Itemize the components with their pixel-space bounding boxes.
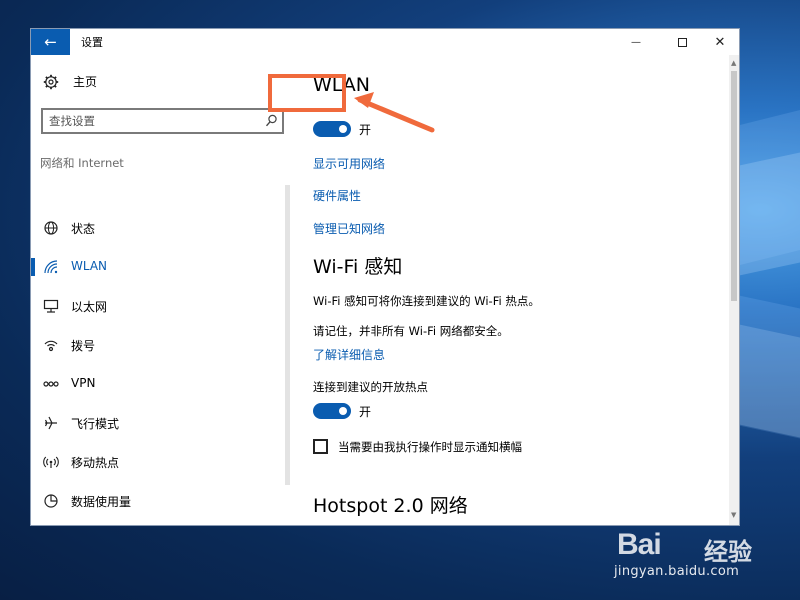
minimize-button[interactable]: — [617, 29, 655, 55]
sidebar-item-label: 数据使用量 [71, 495, 132, 509]
connect-hotspots-toggle[interactable] [313, 403, 351, 419]
sidebar-item-hotspot[interactable]: 移动热点 [31, 444, 281, 480]
close-icon: ✕ [714, 34, 726, 50]
search-input[interactable] [49, 112, 259, 130]
sidebar-home[interactable]: 主页 [43, 73, 97, 90]
sidebar-scrollbar-thumb[interactable] [285, 185, 290, 485]
baidu-watermark: Bai 经验 jingyan.baidu.com [612, 514, 792, 598]
back-button[interactable]: ← [31, 29, 70, 55]
main-scrollbar[interactable]: ▲ ▼ [729, 55, 739, 525]
back-arrow-icon: ← [44, 33, 57, 51]
connect-hotspots-toggle-label: 开 [359, 405, 372, 419]
wifi-icon [44, 260, 58, 274]
wifi-sense-title: Wi-Fi 感知 [313, 256, 403, 278]
wallpaper-beam [730, 152, 800, 278]
notification-banner-checkbox[interactable] [313, 439, 328, 454]
hardware-properties-link[interactable]: 硬件属性 [313, 187, 361, 204]
scroll-up-icon[interactable]: ▲ [731, 59, 736, 67]
toggle-knob [339, 125, 347, 133]
wlan-toggle[interactable] [313, 121, 351, 137]
vpn-icon [43, 381, 59, 387]
sidebar-home-label: 主页 [73, 75, 98, 89]
sidebar-item-ethernet[interactable]: 以太网 [31, 288, 281, 324]
close-button[interactable]: ✕ [701, 29, 739, 55]
sidebar-item-label: WLAN [71, 259, 108, 273]
sidebar-item-status[interactable]: 状态 [31, 210, 281, 246]
section-header: 网络和 Internet [40, 156, 124, 170]
sidebar: 主页 网络和 Internet 状态 [31, 55, 293, 525]
sidebar-item-proxy[interactable]: 代理 [31, 522, 281, 525]
sidebar-item-wlan[interactable]: WLAN [31, 249, 281, 285]
paw-logo-icon [675, 514, 696, 524]
watermark-logo: Bai [617, 528, 662, 561]
window-title: 设置 [81, 36, 103, 49]
sidebar-scrollbar[interactable] [285, 55, 290, 485]
dialup-icon [44, 340, 58, 352]
sidebar-item-data-usage[interactable]: 数据使用量 [31, 483, 281, 519]
sidebar-item-dialup[interactable]: 拨号 [31, 327, 281, 363]
data-usage-icon [44, 494, 58, 508]
manage-known-networks-link[interactable]: 管理已知网络 [313, 220, 385, 237]
toggle-knob [339, 407, 347, 415]
sidebar-item-label: 状态 [71, 222, 96, 236]
sidebar-item-airplane[interactable]: 飞行模式 [31, 405, 281, 441]
main-scrollbar-thumb[interactable] [731, 71, 737, 301]
wifi-sense-description: Wi-Fi 感知可将你连接到建议的 Wi-Fi 热点。 [313, 294, 540, 308]
ethernet-icon [43, 299, 59, 313]
sidebar-item-label: 飞行模式 [71, 417, 120, 431]
notification-banner-label: 当需要由我执行操作时显示通知横幅 [338, 440, 522, 454]
maximize-icon [677, 37, 687, 47]
annotation-arrow-icon [354, 92, 435, 133]
search-box [41, 108, 284, 134]
wifi-sense-warning: 请记住，并非所有 Wi-Fi 网络都安全。 [313, 324, 509, 338]
show-available-networks-link[interactable]: 显示可用网络 [313, 155, 385, 172]
airplane-icon [44, 416, 57, 430]
minimize-icon: — [631, 36, 641, 48]
sidebar-item-label: 拨号 [71, 339, 96, 353]
globe-icon [44, 221, 58, 235]
learn-more-link[interactable]: 了解详细信息 [313, 346, 385, 363]
selection-indicator [31, 258, 35, 276]
watermark-url: jingyan.baidu.com [614, 564, 740, 579]
title-bar: ← 设置 — ✕ [31, 29, 739, 55]
connect-hotspots-label: 连接到建议的开放热点 [313, 380, 428, 394]
sidebar-item-label: 移动热点 [71, 456, 120, 470]
search-icon[interactable] [264, 113, 278, 129]
maximize-button[interactable] [663, 29, 701, 55]
hotspot-icon [43, 456, 59, 468]
sidebar-item-label: VPN [71, 376, 96, 390]
watermark-suffix: 经验 [704, 538, 752, 566]
sidebar-item-label: 以太网 [71, 300, 108, 314]
sidebar-item-vpn[interactable]: VPN [31, 366, 281, 402]
annotation-highlight-box [268, 74, 346, 112]
hotspot-title: Hotspot 2.0 网络 [313, 495, 468, 517]
wallpaper-beam [730, 322, 800, 438]
gear-icon [43, 74, 59, 89]
